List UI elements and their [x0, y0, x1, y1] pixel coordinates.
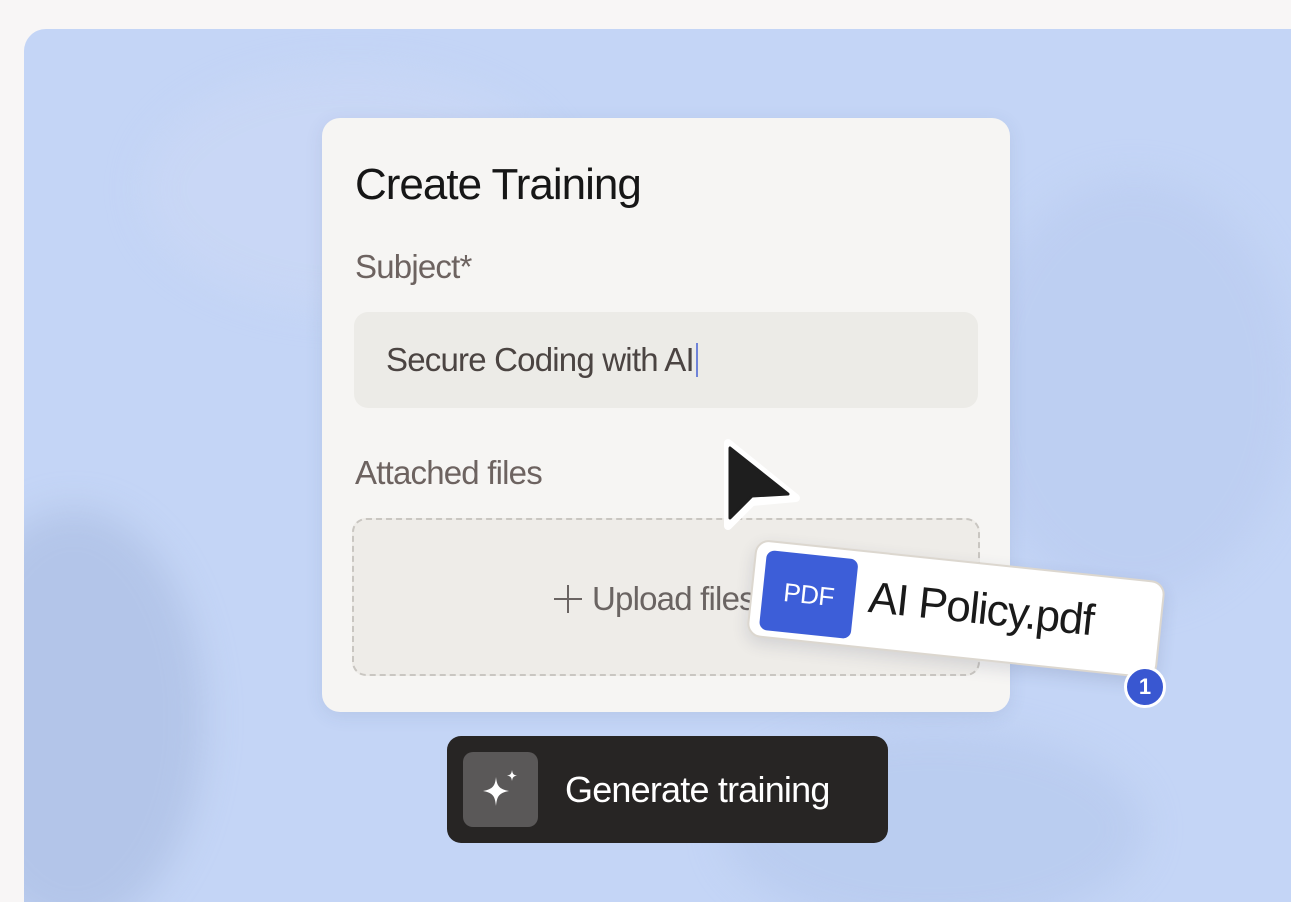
mouse-pointer-icon — [724, 439, 800, 530]
card-title: Create Training — [355, 160, 642, 209]
plus-icon — [554, 585, 582, 613]
text-caret — [695, 343, 698, 377]
upload-files-label: Upload files — [592, 580, 756, 617]
attached-files-label: Attached files — [355, 454, 543, 491]
subject-input[interactable]: Secure Coding with AI — [354, 312, 978, 408]
generate-training-label: Generate training — [565, 769, 830, 810]
generate-training-button[interactable]: Generate training — [447, 736, 888, 843]
subject-input-value: Secure Coding with AI — [386, 341, 695, 378]
pdf-badge-label: PDF — [782, 576, 836, 612]
sparkle-icon-glyph — [482, 769, 517, 806]
pdf-file-icon: PDF — [758, 549, 859, 640]
dragged-file-name: AI Policy.pdf — [866, 572, 1096, 646]
upload-files-button[interactable]: Upload files — [554, 580, 756, 618]
background-shape — [974, 179, 1291, 599]
subject-label: Subject* — [355, 248, 472, 285]
sparkle-icon — [463, 752, 538, 827]
background-shape — [24, 509, 204, 902]
file-count-badge: 1 — [1124, 666, 1166, 708]
